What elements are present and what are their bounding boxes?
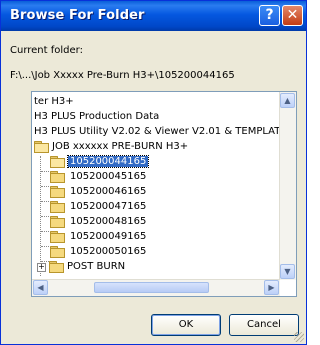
folder-tree[interactable]: ter H3+ H3 PLUS Production Data H3 PLUS … xyxy=(31,91,297,297)
tree-line xyxy=(41,231,49,232)
help-button[interactable]: ? xyxy=(259,5,280,26)
tree-item[interactable]: 105200047165 xyxy=(50,199,146,214)
folder-icon xyxy=(49,261,64,273)
folder-icon xyxy=(50,171,65,183)
close-button[interactable]: ✕ xyxy=(282,5,303,26)
chevron-down-icon: ▼ xyxy=(284,267,291,276)
tree-item[interactable]: 105200046165 xyxy=(50,184,146,199)
tree-line xyxy=(41,216,49,217)
folder-open-icon xyxy=(50,156,65,168)
help-icon: ? xyxy=(265,7,274,23)
tree-item[interactable]: H3 PLUS Utility V2.02 & Viewer V2.01 & T… xyxy=(34,124,296,139)
horizontal-scroll-thumb[interactable] xyxy=(94,282,209,293)
expand-icon[interactable]: + xyxy=(37,263,46,272)
folder-icon xyxy=(50,246,65,258)
current-folder-label: Current folder: xyxy=(10,45,83,56)
ok-button[interactable]: OK xyxy=(151,314,221,336)
folder-icon xyxy=(50,201,65,213)
tree-line xyxy=(41,201,49,202)
scroll-left-button[interactable]: ◀ xyxy=(33,280,48,295)
folder-open-icon xyxy=(34,141,49,153)
scroll-down-button[interactable]: ▼ xyxy=(280,264,295,279)
tree-item[interactable]: 105200048165 xyxy=(50,214,146,229)
title-bar[interactable]: Browse For Folder ? ✕ xyxy=(1,1,306,31)
folder-icon xyxy=(50,231,65,243)
scroll-right-button[interactable]: ▶ xyxy=(264,280,279,295)
tree-item[interactable]: ter H3+ xyxy=(34,94,74,109)
current-folder-path: F:\...\Job Xxxxx Pre-Burn H3+\1052000441… xyxy=(10,70,235,81)
tree-item[interactable]: H3 PLUS Production Data xyxy=(34,109,159,124)
tree-line xyxy=(41,186,49,187)
dialog-title: Browse For Folder xyxy=(10,8,145,23)
chevron-right-icon: ▶ xyxy=(268,283,275,292)
tree-line xyxy=(41,246,49,247)
vertical-scrollbar[interactable]: ▲ ▼ xyxy=(279,92,296,280)
horizontal-scrollbar[interactable]: ◀ ▶ xyxy=(32,279,280,296)
folder-icon xyxy=(50,216,65,228)
chevron-left-icon: ◀ xyxy=(37,283,44,292)
chevron-up-icon: ▲ xyxy=(284,96,291,105)
close-icon: ✕ xyxy=(286,7,299,23)
resize-grip-icon[interactable] xyxy=(294,332,304,342)
tree-item-post-burn[interactable]: + POST BURN xyxy=(34,259,125,274)
tree-item[interactable]: 105200049165 xyxy=(50,229,146,244)
tree-item-selected[interactable]: 105200044165 xyxy=(50,154,150,169)
cancel-button[interactable]: Cancel xyxy=(229,314,299,336)
tree-item-job-folder[interactable]: JOB xxxxxx PRE-BURN H3+ xyxy=(34,139,188,154)
tree-line xyxy=(41,171,49,172)
tree-item[interactable]: 105200050165 xyxy=(50,244,146,259)
tree-item[interactable]: 105200045165 xyxy=(50,169,146,184)
folder-icon xyxy=(50,186,65,198)
scroll-up-button[interactable]: ▲ xyxy=(280,93,295,108)
browse-for-folder-dialog: Browse For Folder ? ✕ Current folder: F:… xyxy=(0,0,307,345)
